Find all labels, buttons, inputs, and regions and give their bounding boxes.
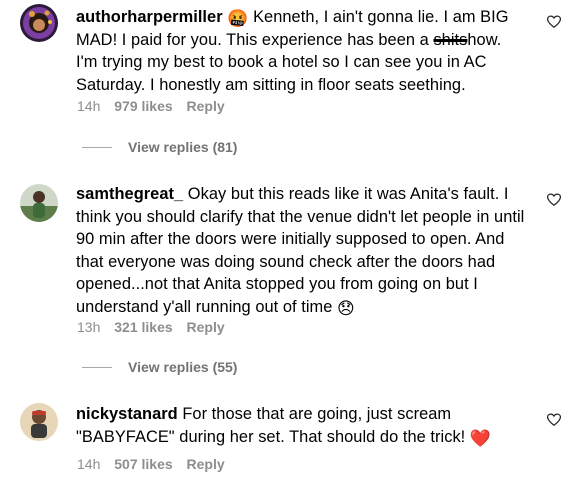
angry-emoji-icon: 🤬 bbox=[227, 9, 249, 28]
comment-text: nickystanard For those that are going, j… bbox=[76, 403, 526, 448]
divider bbox=[82, 366, 112, 368]
heart-outline-icon[interactable] bbox=[547, 15, 561, 29]
comment-text: samthegreat_ Okay but this reads like it… bbox=[76, 183, 526, 319]
heart-outline-icon[interactable] bbox=[547, 193, 561, 207]
avatar[interactable] bbox=[20, 403, 58, 441]
username[interactable]: nickystanard bbox=[76, 405, 178, 423]
username[interactable]: samthegreat_ bbox=[76, 185, 183, 203]
view-replies-label: View replies (81) bbox=[128, 139, 238, 155]
likes-count[interactable]: 321 likes bbox=[114, 319, 172, 335]
view-replies-button[interactable]: View replies (55) bbox=[82, 359, 237, 375]
likes-count[interactable]: 507 likes bbox=[114, 456, 172, 472]
reply-button[interactable]: Reply bbox=[187, 456, 225, 472]
username[interactable]: authorharpermiller bbox=[76, 8, 223, 26]
comment-meta: 14h 979 likes Reply bbox=[77, 98, 235, 114]
view-replies-label: View replies (55) bbox=[128, 359, 238, 375]
strikethrough-text: shits bbox=[433, 30, 468, 49]
divider bbox=[82, 146, 112, 148]
view-replies-button[interactable]: View replies (81) bbox=[82, 139, 237, 155]
avatar[interactable] bbox=[20, 184, 58, 222]
reply-button[interactable]: Reply bbox=[187, 319, 225, 335]
comment-text: authorharpermiller 🤬 Kenneth, I ain't go… bbox=[76, 6, 526, 96]
comment-meta: 14h 507 likes Reply bbox=[77, 456, 235, 472]
avatar[interactable] bbox=[20, 4, 58, 42]
heart-outline-icon[interactable] bbox=[547, 413, 561, 427]
reply-button[interactable]: Reply bbox=[187, 98, 225, 114]
likes-count[interactable]: 979 likes bbox=[114, 98, 172, 114]
disappointed-emoji-icon: 😞 bbox=[337, 298, 355, 318]
comment-meta: 13h 321 likes Reply bbox=[77, 319, 235, 335]
red-heart-emoji-icon: ❤️ bbox=[469, 428, 492, 448]
timestamp: 14h bbox=[77, 98, 101, 114]
timestamp: 13h bbox=[77, 319, 101, 335]
timestamp: 14h bbox=[77, 456, 101, 472]
comment-body: Okay but this reads like it was Anita's … bbox=[76, 185, 525, 316]
